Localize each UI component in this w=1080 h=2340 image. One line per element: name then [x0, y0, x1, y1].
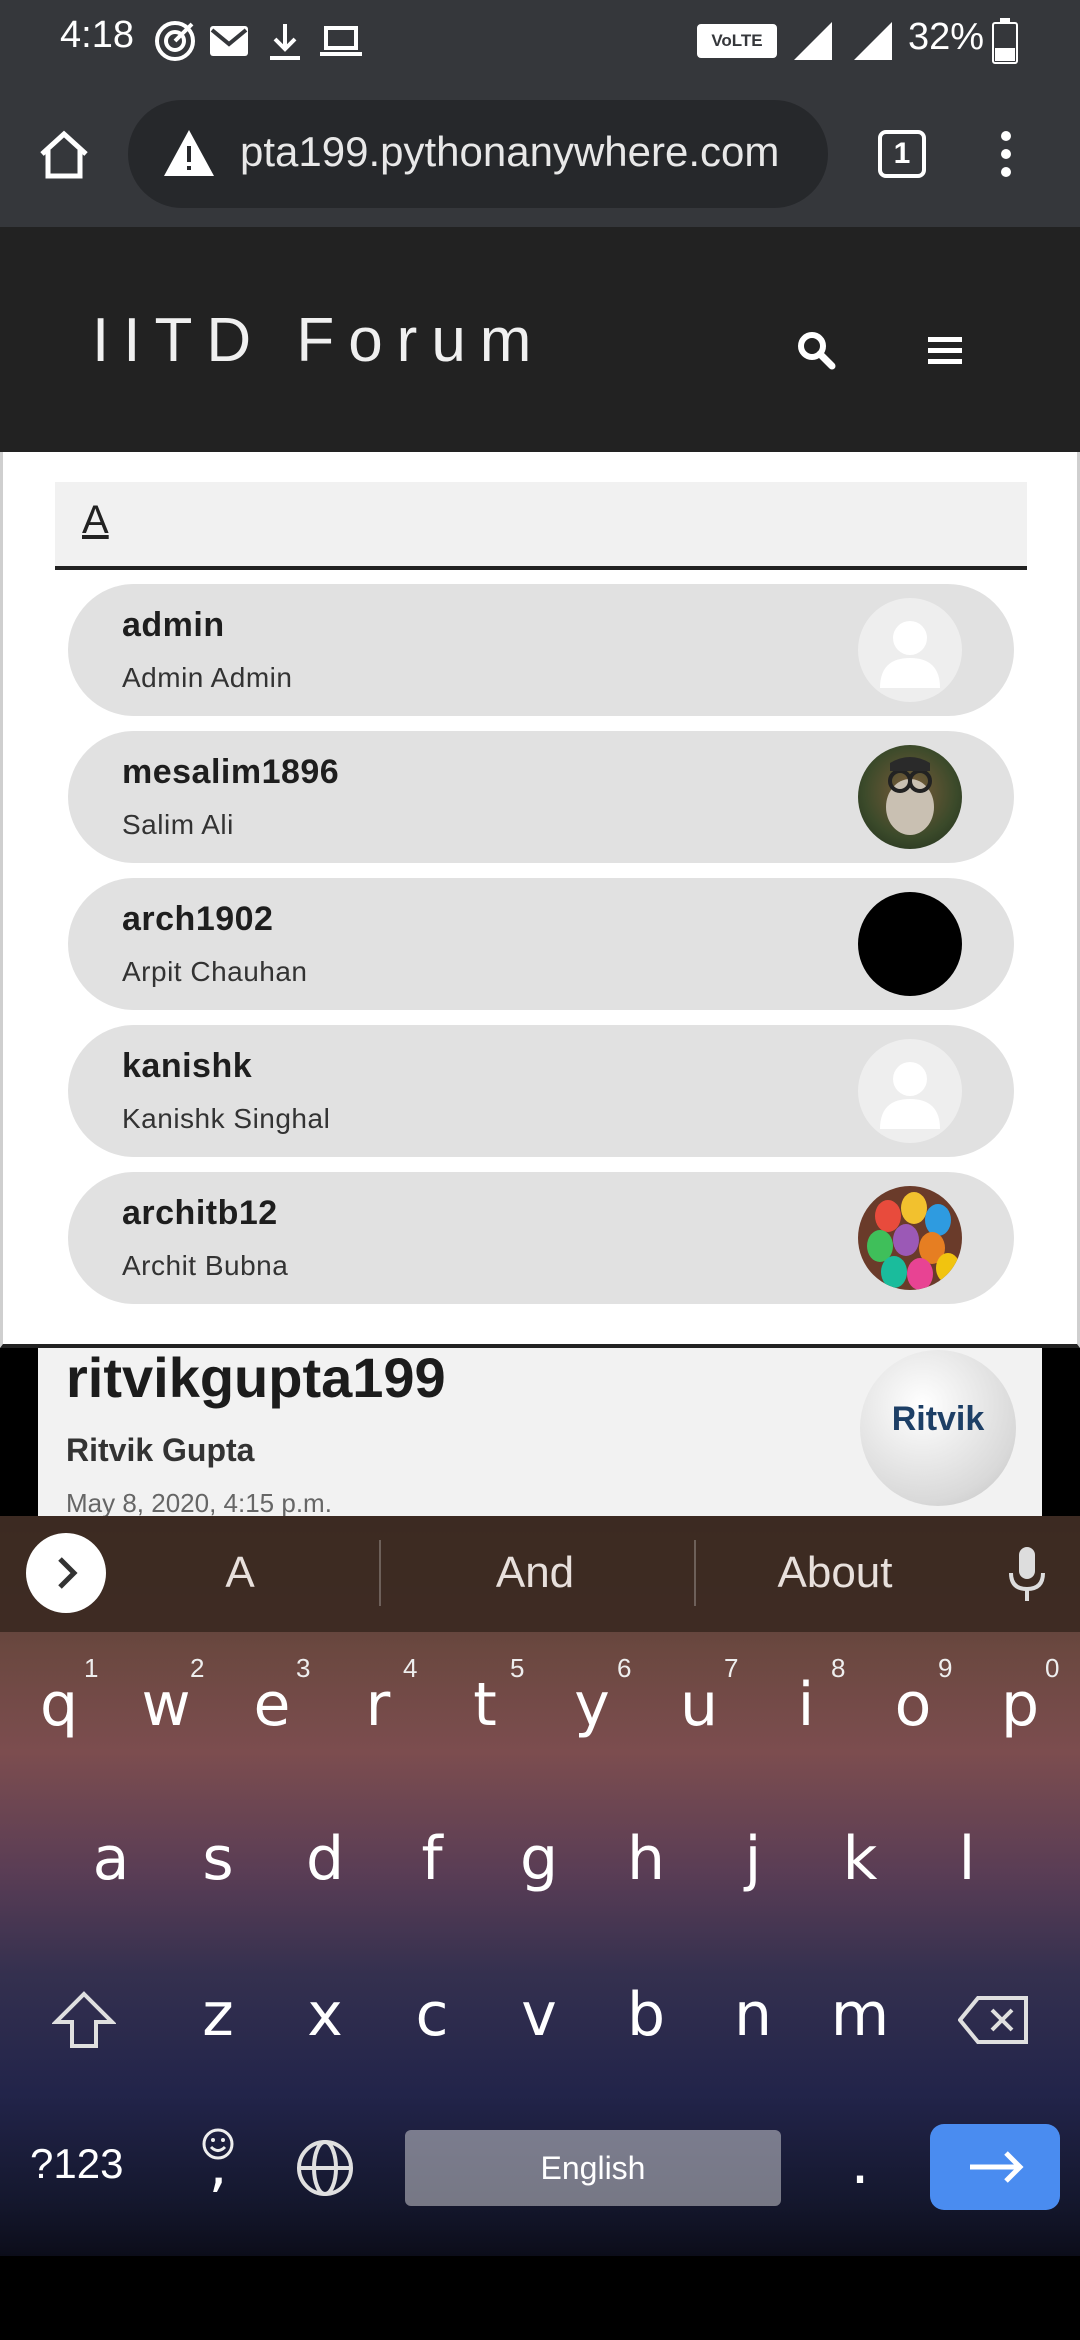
key-hint: 5: [510, 1653, 525, 1683]
expand-toolbar-button[interactable]: [26, 1533, 106, 1613]
key-s[interactable]: s: [170, 1824, 266, 1894]
key-c[interactable]: c: [384, 1980, 480, 2050]
key-hint: 0: [1045, 1653, 1060, 1683]
system-nav-bar: [0, 2256, 1080, 2340]
search-result-item[interactable]: admin Admin Admin: [68, 584, 1014, 716]
symbols-key[interactable]: ?123: [30, 2140, 123, 2188]
suggestion-3[interactable]: About: [730, 1548, 940, 1598]
target-icon: [155, 21, 195, 61]
result-username: architb12: [122, 1194, 278, 1232]
result-username: admin: [122, 606, 225, 644]
search-result-item[interactable]: arch1902 Arpit Chauhan: [68, 878, 1014, 1010]
forum-title[interactable]: IITD Forum: [92, 305, 545, 376]
result-username: mesalim1896: [122, 753, 340, 791]
signal-4g-icon: [794, 22, 832, 60]
result-username: arch1902: [122, 900, 274, 938]
backspace-icon[interactable]: [958, 1994, 1030, 2046]
search-result-item[interactable]: architb12 Archit Bubna: [68, 1172, 1014, 1304]
home-icon[interactable]: [36, 126, 92, 182]
result-fullname: Kanishk Singhal: [122, 1103, 331, 1134]
result-fullname: Arpit Chauhan: [122, 956, 308, 987]
search-result-item[interactable]: mesalim1896 Salim Ali: [68, 731, 1014, 863]
key-n[interactable]: n: [705, 1980, 801, 2050]
post-username[interactable]: ritvikgupta199: [66, 1345, 446, 1410]
post-date: May 8, 2020, 4:15 p.m.: [66, 1488, 332, 1518]
search-input-value[interactable]: A: [82, 498, 109, 543]
warning-icon[interactable]: [162, 128, 216, 178]
volte-badge: VoLTE: [697, 24, 777, 58]
search-input[interactable]: [55, 482, 1027, 570]
arrow-right-icon: [970, 2151, 1024, 2183]
key-hint: 4: [403, 1653, 418, 1683]
key-hint: 2: [190, 1653, 205, 1683]
user-avatar: [858, 1186, 962, 1290]
space-key[interactable]: English: [405, 2130, 781, 2206]
result-fullname: Admin Admin: [122, 662, 293, 693]
tab-switcher-button[interactable]: 1: [878, 130, 926, 178]
key-j[interactable]: j: [705, 1824, 801, 1894]
key-b[interactable]: b: [598, 1980, 694, 2050]
key-z[interactable]: z: [170, 1980, 266, 2050]
key-h[interactable]: h: [598, 1824, 694, 1894]
download-icon: [270, 24, 300, 60]
post-fullname: Ritvik Gupta: [66, 1432, 255, 1468]
period-key[interactable]: .: [812, 2128, 908, 2198]
key-g[interactable]: g: [491, 1824, 587, 1894]
result-username: kanishk: [122, 1047, 253, 1085]
suggestion-divider: [379, 1540, 381, 1606]
battery-percentage: 32%: [908, 16, 985, 58]
key-hint: 1: [84, 1653, 99, 1683]
url-text[interactable]: pta199.pythonanywhere.com: [240, 128, 779, 176]
result-fullname: Salim Ali: [122, 809, 234, 840]
gmail-icon: [210, 26, 248, 56]
key-hint: 6: [617, 1653, 632, 1683]
key-v[interactable]: v: [491, 1980, 587, 2050]
signal-icon: [854, 22, 892, 60]
key-k[interactable]: k: [812, 1824, 908, 1894]
shift-icon[interactable]: [52, 1988, 116, 2052]
default-avatar-icon: [858, 598, 962, 702]
default-avatar-icon: [858, 1039, 962, 1143]
key-f[interactable]: f: [384, 1824, 480, 1894]
more-options-icon[interactable]: [990, 128, 1022, 180]
post-avatar-label: Ritvik: [891, 1400, 985, 1438]
suggestion-2[interactable]: And: [430, 1548, 640, 1598]
user-avatar: [858, 892, 962, 996]
result-fullname: Archit Bubna: [122, 1250, 289, 1281]
search-result-item[interactable]: kanishk Kanishk Singhal: [68, 1025, 1014, 1157]
search-icon[interactable]: [796, 330, 836, 370]
menu-icon[interactable]: [928, 334, 962, 368]
globe-icon[interactable]: [295, 2138, 355, 2198]
suggestion-divider: [694, 1540, 696, 1606]
key-m[interactable]: m: [812, 1980, 908, 2050]
suggestion-1[interactable]: A: [180, 1548, 300, 1598]
comma-key[interactable]: ,: [170, 2130, 266, 2200]
laptop-icon: [320, 26, 362, 56]
chevron-right-icon: [58, 1557, 78, 1589]
microphone-icon[interactable]: [1006, 1545, 1048, 1605]
key-x[interactable]: x: [277, 1980, 373, 2050]
enter-key[interactable]: [930, 2124, 1060, 2210]
key-hint: 7: [724, 1653, 739, 1683]
key-hint: 3: [296, 1653, 311, 1683]
key-d[interactable]: d: [277, 1824, 373, 1894]
status-time: 4:18: [60, 14, 134, 56]
key-hint: 9: [938, 1653, 953, 1683]
battery-icon: [992, 18, 1018, 64]
key-hint: 8: [831, 1653, 846, 1683]
user-avatar: [858, 745, 962, 849]
key-a[interactable]: a: [63, 1824, 159, 1894]
key-l[interactable]: l: [919, 1824, 1015, 1894]
